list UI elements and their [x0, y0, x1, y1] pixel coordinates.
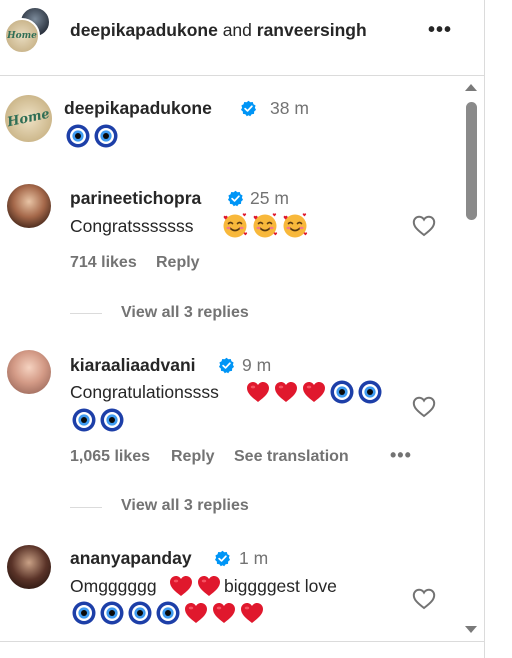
comment-username[interactable]: ananyapanday — [70, 548, 192, 569]
nazar-amulet-icon — [100, 601, 124, 625]
replies-divider — [70, 313, 102, 314]
comment-text-part1: Omgggggg — [70, 576, 157, 596]
scrollbar-thumb[interactable] — [466, 102, 477, 220]
like-heart-icon[interactable] — [412, 215, 436, 237]
nazar-amulet-icon — [100, 408, 124, 432]
nazar-amulet-icon — [72, 601, 96, 625]
red-heart-icon — [302, 381, 326, 403]
like-heart-icon[interactable] — [412, 588, 436, 610]
verified-badge-icon — [240, 100, 257, 117]
smiling-face-with-hearts-icon — [282, 213, 308, 239]
scroll-up-arrow-icon[interactable] — [465, 84, 477, 91]
comment-emoji — [222, 213, 308, 239]
view-replies-button[interactable]: View all 3 replies — [121, 497, 249, 515]
reply-button[interactable]: Reply — [171, 448, 215, 466]
nazar-amulet-icon — [330, 380, 354, 404]
panel-bottom-divider — [0, 641, 484, 642]
comment-text: Congratsssssss — [70, 216, 194, 236]
nazar-amulet-icon — [156, 601, 180, 625]
like-heart-icon[interactable] — [412, 396, 436, 418]
like-count[interactable]: 1,065 likes — [70, 448, 150, 466]
avatar-logo-text: Home — [5, 106, 52, 131]
more-options-icon[interactable]: ••• — [428, 20, 452, 40]
authors-joiner: and — [217, 20, 257, 40]
reply-button[interactable]: Reply — [156, 254, 200, 272]
comment-time: 25 m — [250, 188, 289, 208]
smiling-face-with-hearts-icon — [222, 213, 248, 239]
caption-username[interactable]: deepikapadukone — [64, 98, 212, 119]
nazar-amulet-icon — [66, 124, 90, 148]
comment-username[interactable]: parineetichopra — [70, 188, 201, 209]
author-link-deepikapadukone[interactable]: deepikapadukone — [70, 20, 218, 40]
post-header: Home deepikapadukone and ranveersingh ••… — [0, 0, 484, 76]
caption-time: 38 m — [270, 98, 309, 118]
comment-options-icon[interactable]: ••• — [390, 446, 412, 464]
red-heart-icon — [197, 575, 221, 597]
avatar[interactable] — [7, 184, 51, 228]
comments-panel: Home deepikapadukone and ranveersingh ••… — [0, 0, 485, 658]
comment-username[interactable]: kiaraaliaadvani — [70, 355, 196, 376]
avatar[interactable] — [7, 350, 51, 394]
see-translation-link[interactable]: See translation — [234, 448, 349, 466]
comment-time: 9 m — [242, 355, 272, 375]
comment-time: 1 m — [239, 548, 269, 568]
verified-badge-icon — [214, 550, 231, 567]
scroll-down-arrow-icon[interactable] — [465, 626, 477, 633]
red-heart-icon — [212, 602, 236, 624]
avatar[interactable] — [7, 545, 51, 589]
post-authors: deepikapadukone and ranveersingh — [70, 20, 367, 41]
comment-text: Congratulationssss — [70, 382, 219, 402]
comment-text-part2: biggggest love — [224, 576, 337, 596]
red-heart-icon — [169, 575, 193, 597]
verified-badge-icon — [218, 357, 235, 374]
nazar-amulet-icon — [72, 408, 96, 432]
avatar-logo-text: Home — [7, 31, 37, 41]
author-link-ranveersingh[interactable]: ranveersingh — [257, 20, 367, 40]
comment-emoji — [246, 380, 382, 404]
smiling-face-with-hearts-icon — [252, 213, 278, 239]
nazar-amulet-icon — [128, 601, 152, 625]
red-heart-icon — [246, 381, 270, 403]
avatar-deepikapadukone[interactable]: Home — [4, 18, 40, 54]
replies-divider — [70, 507, 102, 508]
nazar-amulet-icon — [358, 380, 382, 404]
red-heart-icon — [240, 602, 264, 624]
red-heart-icon — [184, 602, 208, 624]
comment-emoji-line2 — [72, 408, 124, 432]
nazar-amulet-icon — [94, 124, 118, 148]
caption-emoji — [66, 124, 118, 148]
red-heart-icon — [274, 381, 298, 403]
view-replies-button[interactable]: View all 3 replies — [121, 304, 249, 322]
avatar[interactable]: Home — [5, 95, 52, 142]
verified-badge-icon — [227, 190, 244, 207]
comment-emoji-line2 — [72, 601, 264, 625]
like-count[interactable]: 714 likes — [70, 254, 137, 272]
comment-emoji-inline — [169, 575, 221, 597]
